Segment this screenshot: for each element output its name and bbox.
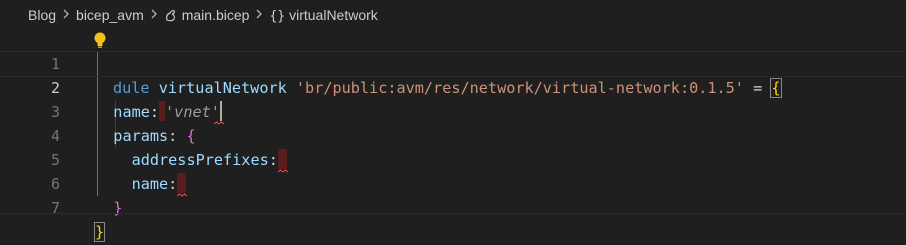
code-content: } [93,220,106,244]
breadcrumb-item-virtual-network[interactable]: {} virtualNetwork [269,7,377,24]
close-brace: } [93,222,106,242]
editor-bottom-divider [0,213,906,214]
code-line-3[interactable]: 3 params: { [0,76,906,145]
breadcrumb-label-main-bicep: main.bicep [181,7,250,23]
breadcrumb-item-bicep-avm[interactable]: bicep_avm [76,7,144,23]
chevron-right-icon [58,7,74,23]
code-content: } [95,196,122,220]
chevron-right-icon [146,7,162,23]
chevron-right-icon [251,7,267,23]
code-line-2[interactable]: 2 name:'vnet' [0,51,906,125]
braces-icon: {} [269,8,286,24]
line-number: 7 [50,199,60,217]
code-line-5[interactable]: 5 name: [0,124,906,197]
breadcrumb-item-main-bicep[interactable]: main.bicep [164,7,250,23]
code-line-7[interactable]: 7 } [0,172,906,242]
code-line-4[interactable]: 4 addressPrefixes: [0,100,906,173]
breadcrumb-item-blog[interactable]: Blog [28,7,56,23]
bicep-file-icon [164,8,178,22]
breadcrumb: Blog bicep_avm main.bicep {} virtualNetwo… [0,0,906,30]
close-brace: } [113,199,123,217]
code-editor[interactable]: 1 dule virtualNetwork 'br/public:avm/res… [0,28,906,242]
lightbulb-icon[interactable] [92,30,108,50]
breadcrumb-label-virtual-network: virtualNetwork [289,6,378,23]
code-line-6[interactable]: 6 } [0,148,906,217]
code-line-1[interactable]: 1 dule virtualNetwork 'br/public:avm/res… [0,28,906,98]
